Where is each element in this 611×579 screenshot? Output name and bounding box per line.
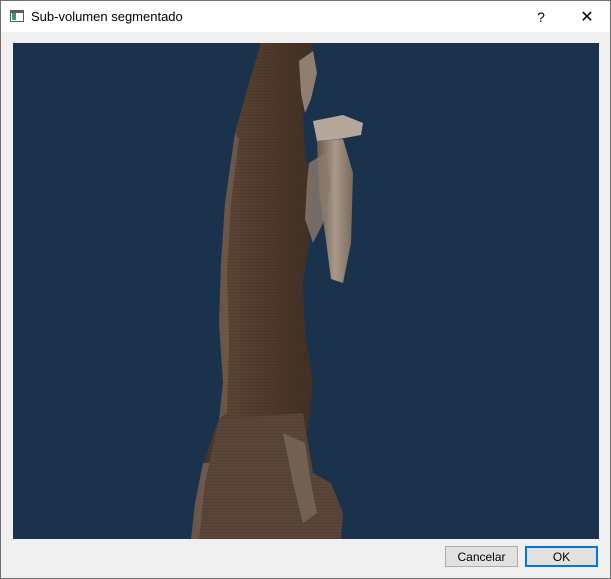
cancel-button[interactable]: Cancelar xyxy=(445,546,518,567)
window-title: Sub-volumen segmentado xyxy=(31,9,183,24)
ok-button[interactable]: OK xyxy=(525,546,598,567)
close-button[interactable]: ✕ xyxy=(564,1,610,32)
segmented-volume-render xyxy=(191,43,363,539)
title-bar[interactable]: Sub-volumen segmentado ? ✕ xyxy=(1,1,610,32)
3d-viewport[interactable] xyxy=(13,43,599,539)
dialog-window: Sub-volumen segmentado ? ✕ Cancelar OK xyxy=(0,0,611,579)
figure-hands xyxy=(313,115,363,141)
app-window-icon xyxy=(10,10,24,22)
help-button[interactable]: ? xyxy=(518,1,564,32)
